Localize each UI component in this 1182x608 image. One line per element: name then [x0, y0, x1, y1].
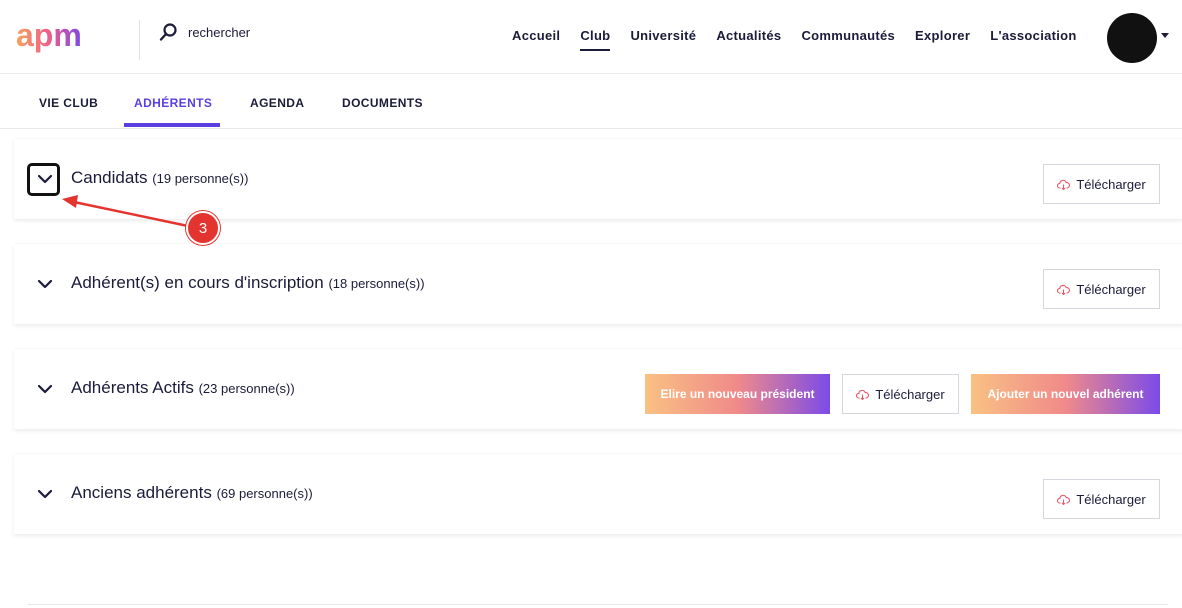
section-count: (19 personne(s)) — [152, 171, 249, 186]
nav-association[interactable]: L'association — [990, 28, 1076, 51]
logo-text: apm — [16, 18, 82, 53]
section-candidats: Candidats (19 personne(s)) Télécharger — [14, 139, 1182, 219]
section-title: Candidats (19 personne(s)) — [71, 168, 248, 188]
avatar[interactable] — [1107, 13, 1157, 63]
nav-explorer[interactable]: Explorer — [915, 28, 970, 51]
chevron-down-icon[interactable] — [36, 170, 54, 188]
nav-accueil[interactable]: Accueil — [512, 28, 560, 51]
add-member-label: Ajouter un nouvel adhérent — [987, 387, 1144, 401]
chevron-down-icon[interactable] — [36, 380, 54, 398]
elect-president-label: Elire un nouveau président — [660, 387, 815, 401]
download-label: Télécharger — [1076, 491, 1146, 507]
cloud-download-icon — [856, 389, 870, 400]
search-input[interactable] — [188, 24, 348, 40]
tab-adherents[interactable]: ADHÉRENTS — [134, 96, 212, 110]
chevron-down-icon[interactable] — [36, 485, 54, 503]
section-title: Adhérents Actifs (23 personne(s)) — [71, 378, 295, 398]
section-title-text: Candidats — [71, 168, 148, 187]
nav-club[interactable]: Club — [580, 28, 611, 51]
main-nav: Accueil Club Université Actualités Commu… — [502, 28, 1087, 51]
header-divider — [139, 20, 140, 60]
tab-agenda[interactable]: AGENDA — [250, 96, 304, 110]
top-header: apm Accueil Club Université Actualités C… — [0, 0, 1182, 74]
download-button[interactable]: Télécharger — [1043, 164, 1160, 204]
cloud-download-icon — [1057, 494, 1071, 505]
search-icon[interactable] — [158, 22, 178, 42]
nav-communautes[interactable]: Communautés — [801, 28, 895, 51]
download-label: Télécharger — [875, 386, 945, 402]
section-anciens-adherents: Anciens adhérents (69 personne(s)) Téléc… — [14, 454, 1182, 534]
nav-actualites[interactable]: Actualités — [716, 28, 781, 51]
add-member-button[interactable]: Ajouter un nouvel adhérent — [971, 374, 1160, 414]
tab-vie-club[interactable]: VIE CLUB — [39, 96, 98, 110]
tab-documents[interactable]: DOCUMENTS — [342, 96, 423, 110]
section-title-text: Adhérent(s) en cours d'inscription — [71, 273, 324, 292]
elect-president-button[interactable]: Elire un nouveau président — [645, 374, 830, 414]
step-badge: 3 — [186, 211, 220, 245]
chevron-down-icon[interactable] — [36, 275, 54, 293]
section-title-text: Adhérents Actifs — [71, 378, 194, 397]
section-adherents-actifs: Adhérents Actifs (23 personne(s)) Elire … — [14, 349, 1182, 429]
footer-divider — [28, 604, 1168, 605]
download-button[interactable]: Télécharger — [1043, 479, 1160, 519]
download-button[interactable]: Télécharger — [1043, 269, 1160, 309]
nav-universite[interactable]: Université — [630, 28, 696, 51]
section-en-cours-inscription: Adhérent(s) en cours d'inscription (18 p… — [14, 244, 1182, 324]
download-button[interactable]: Télécharger — [842, 374, 959, 414]
active-tab-indicator — [124, 123, 220, 127]
search-box[interactable] — [158, 22, 348, 42]
section-count: (18 personne(s)) — [328, 276, 425, 291]
section-title-text: Anciens adhérents — [71, 483, 212, 502]
apm-logo[interactable]: apm — [16, 18, 114, 58]
section-count: (23 personne(s)) — [198, 381, 295, 396]
cloud-download-icon — [1057, 179, 1071, 190]
club-subtabs: VIE CLUB ADHÉRENTS AGENDA DOCUMENTS — [0, 74, 1182, 129]
section-title: Adhérent(s) en cours d'inscription (18 p… — [71, 273, 425, 293]
section-title: Anciens adhérents (69 personne(s)) — [71, 483, 313, 503]
download-label: Télécharger — [1076, 281, 1146, 297]
download-label: Télécharger — [1076, 176, 1146, 192]
section-count: (69 personne(s)) — [216, 486, 313, 501]
caret-down-icon[interactable] — [1161, 33, 1169, 38]
cloud-download-icon — [1057, 284, 1071, 295]
